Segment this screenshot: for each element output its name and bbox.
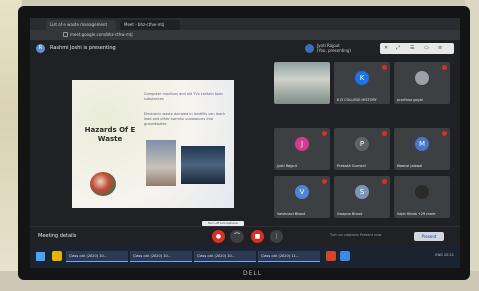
windows-start-icon[interactable]: [36, 252, 45, 261]
phone-hangup-icon: ⌒: [233, 233, 240, 240]
presentation-slide: Hazards Of E Waste Computer monitors and…: [72, 80, 234, 208]
host-label: Jyoti Rajput (You, presenting): [317, 43, 357, 53]
windows-taskbar: Class call (2020) 10... Class call (2020…: [30, 246, 460, 268]
mic-off-icon: [382, 131, 387, 136]
participant-tile-1[interactable]: K K D COLLEGE HISTORY: [334, 62, 390, 104]
mic-off-icon: [322, 179, 327, 184]
participant-name: Prakash Gurnani: [337, 164, 366, 168]
lock-icon: [63, 32, 68, 37]
participant-tile-4[interactable]: P Prakash Gurnani: [334, 128, 390, 170]
participant-name: Swapna Bhoot: [337, 212, 363, 216]
more-vert-icon: ⋮: [273, 233, 280, 240]
activities-icon[interactable]: ≡: [438, 45, 442, 52]
participant-tile-3[interactable]: J Jyoti Rajput: [274, 128, 330, 170]
mic-off-icon: [442, 131, 447, 136]
powerpoint-icon[interactable]: [326, 251, 336, 261]
participant-video-tile[interactable]: [274, 62, 330, 104]
slide-globe-image: [90, 172, 116, 196]
mic-off-icon: [442, 65, 447, 70]
chat-icon[interactable]: ▭: [424, 45, 429, 52]
slide-title: Hazards Of E Waste: [84, 126, 136, 143]
browser-tab-bar: List of e waste management Meet - bhz-ct…: [30, 18, 460, 30]
slide-text-1: Computer monitors and old TVs contain to…: [144, 92, 224, 101]
presenter-avatar: R: [36, 44, 45, 53]
browser-tab-2[interactable]: Meet - bhz-cthw-mtj: [120, 20, 180, 30]
microphone-button[interactable]: ●: [212, 230, 225, 243]
slide-photo-ewaste: [181, 146, 225, 184]
mic-off-icon: [382, 65, 387, 70]
host-avatar: [305, 44, 314, 53]
host-sub: (You, presenting): [317, 48, 351, 53]
captions-present-tools[interactable]: Turn on captions Present now: [330, 233, 381, 237]
mic-off-icon: [322, 131, 327, 136]
taskbar-item-3[interactable]: Class call (2020) 10...: [194, 251, 256, 262]
mic-off-icon: [382, 179, 387, 184]
participant-tile-2[interactable]: prarthna goyal: [394, 62, 450, 104]
leave-call-button[interactable]: ⌒: [230, 230, 244, 243]
fullscreen-icon[interactable]: ⤢: [396, 45, 400, 52]
taskbar-item-1[interactable]: Class call (2020) 10...: [66, 251, 128, 262]
participant-avatar: V: [295, 184, 309, 199]
camera-off-icon: ■: [254, 233, 261, 240]
participant-avatar: M: [415, 136, 429, 151]
more-options-button[interactable]: ⋮: [270, 230, 283, 243]
slide-text-2: Electronic waste dumped in landfills can…: [144, 112, 226, 126]
participant-name: prarthna goyal: [397, 98, 423, 102]
participant-name: K D COLLEGE HISTORY: [337, 98, 377, 102]
meeting-controls-bar: Meeting details Turn off microphone ● ⌒ …: [30, 221, 460, 246]
chrome-icon[interactable]: [340, 251, 350, 261]
mic-tooltip: Turn off microphone: [202, 221, 244, 226]
file-explorer-icon[interactable]: [52, 251, 62, 261]
participant-avatar: P: [355, 136, 369, 151]
meeting-details-button[interactable]: Meeting details: [38, 233, 76, 239]
participant-avatar: S: [355, 184, 369, 199]
participant-avatar: J: [295, 136, 309, 151]
participant-name: Sejal Hinda +29 more: [397, 212, 436, 216]
people-icon[interactable]: ☰: [410, 45, 414, 52]
address-bar[interactable]: meet.google.com/bhz-cthw-mtj: [30, 30, 460, 40]
monitor-logo: DELL: [243, 270, 263, 277]
browser-tab-1[interactable]: List of e waste management: [46, 20, 116, 30]
participant-tile-7[interactable]: S Swapna Bhoot: [334, 176, 390, 218]
pin-icon[interactable]: ✕: [384, 45, 388, 52]
system-tray-clock[interactable]: ENG 10:21: [435, 253, 454, 257]
participant-tile-6[interactable]: V Vaishnavi Bhoot: [274, 176, 330, 218]
participant-avatar: K: [355, 70, 369, 85]
participant-tile-8[interactable]: Sejal Hinda +29 more: [394, 176, 450, 218]
slide-photo-person: [146, 140, 176, 186]
taskbar-item-2[interactable]: Class call (2020) 10...: [130, 251, 192, 262]
present-button[interactable]: Present: [414, 232, 444, 241]
participant-name: Maansi Jaiswal: [397, 164, 423, 168]
meet-header: R Rashmi Joshi is presenting Jyoti Rajpu…: [30, 40, 460, 58]
participant-name: Jyoti Rajput: [277, 164, 297, 168]
taskbar-item-4[interactable]: Class call (2020) 11...: [258, 251, 320, 262]
camera-button[interactable]: ■: [251, 230, 264, 243]
microphone-off-icon: ●: [215, 233, 222, 240]
presenter-text: Rashmi Joshi is presenting: [50, 45, 116, 51]
screen: List of e waste management Meet - bhz-ct…: [30, 18, 460, 268]
participant-tile-5[interactable]: M Maansi Jaiswal: [394, 128, 450, 170]
participant-avatar: [415, 184, 429, 199]
header-toolbar: ✕ ⤢ ☰ ▭ ≡: [380, 43, 454, 54]
participant-name: Vaishnavi Bhoot: [277, 212, 306, 216]
url-text[interactable]: meet.google.com/bhz-cthw-mtj: [70, 32, 270, 38]
participant-avatar: [415, 70, 429, 85]
